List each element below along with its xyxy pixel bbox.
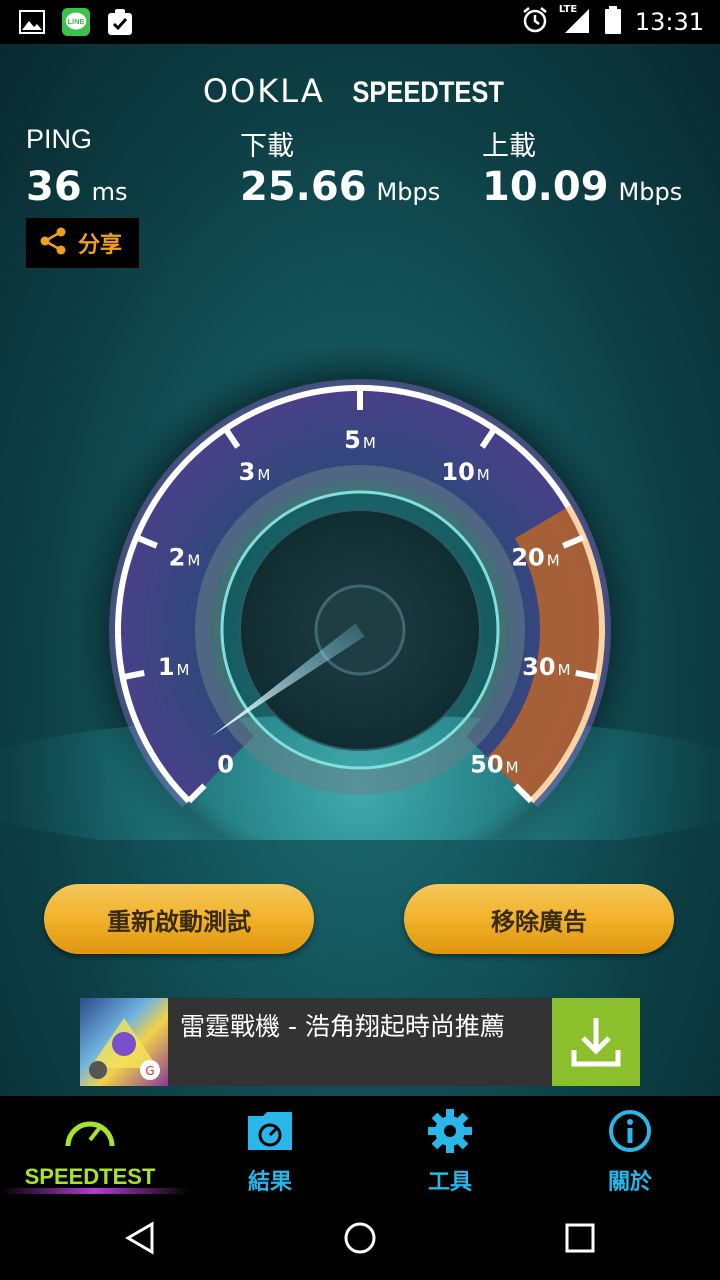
share-label: 分享 xyxy=(78,233,123,258)
line-app-icon: LINE xyxy=(62,8,90,36)
clock: 13:31 xyxy=(634,8,704,36)
nav-about-label: 關於 xyxy=(607,1169,652,1194)
upload-sparkline xyxy=(481,226,635,266)
nav-speedtest-label: SPEEDTEST xyxy=(24,1164,156,1189)
nav-tools[interactable]: 工具 xyxy=(360,1096,540,1196)
ad-banner[interactable]: G 雷霆戰機 - 浩角翔起時尚推薦 xyxy=(80,998,640,1086)
status-bar: LINE LTE 13:31 xyxy=(0,0,720,44)
results-folder-icon xyxy=(248,1112,292,1150)
nav-tools-label: 工具 xyxy=(427,1169,472,1194)
nav-about[interactable]: 關於 xyxy=(540,1096,720,1196)
restart-test-button[interactable]: 重新啟動測試 xyxy=(44,884,314,954)
image-icon xyxy=(18,8,46,36)
nav-results[interactable]: 結果 xyxy=(180,1096,360,1196)
gauge-tick xyxy=(122,669,145,681)
clipboard-check-icon xyxy=(106,8,134,36)
download-sparkline xyxy=(241,232,395,266)
download-value-group: 25.66 Mbps xyxy=(240,164,440,210)
download-unit: Mbps xyxy=(376,178,441,206)
logo-ookla: OOKLA xyxy=(202,72,325,110)
svg-text:G: G xyxy=(145,1064,154,1078)
speedometer-icon xyxy=(65,1121,115,1147)
upload-value: 10.09 xyxy=(482,164,609,210)
logo-speedtest: SPEEDTEST xyxy=(352,76,504,109)
ping-value-group: 36 ms xyxy=(26,164,128,210)
gauge-tick-label: 0 xyxy=(217,750,234,778)
home-icon[interactable] xyxy=(342,1220,378,1256)
recents-icon[interactable] xyxy=(562,1220,598,1256)
upload-value-group: 10.09 Mbps xyxy=(482,164,682,210)
svg-text:LINE: LINE xyxy=(68,17,85,26)
alarm-icon xyxy=(521,6,549,38)
gauge-tick xyxy=(575,669,598,681)
download-label: 下載 xyxy=(240,131,294,161)
ping-unit: ms xyxy=(91,178,128,206)
remove-ads-button[interactable]: 移除廣告 xyxy=(404,884,674,954)
battery-icon xyxy=(604,6,621,38)
upload-label: 上載 xyxy=(482,131,536,161)
speed-gauge: 01 M2 M3 M5 M10 M20 M30 M50 M xyxy=(0,340,720,840)
nav-speedtest[interactable]: SPEEDTEST xyxy=(0,1096,190,1196)
back-icon[interactable] xyxy=(122,1220,158,1256)
share-button[interactable]: 分享 xyxy=(26,218,139,268)
system-nav-bar xyxy=(0,1196,720,1280)
gear-icon xyxy=(428,1109,472,1153)
info-icon xyxy=(609,1110,651,1152)
ad-game-thumbnail: G xyxy=(80,998,168,1086)
share-icon xyxy=(38,226,68,260)
bottom-nav: SPEEDTEST 結果 工具 關於 xyxy=(0,1096,720,1196)
upload-unit: Mbps xyxy=(618,178,683,206)
nav-results-label: 結果 xyxy=(247,1169,292,1194)
ad-text: 雷霆戰機 - 浩角翔起時尚推薦 xyxy=(180,1012,505,1041)
ping-value: 36 xyxy=(26,164,82,210)
download-icon[interactable] xyxy=(552,998,640,1086)
ping-label: PING xyxy=(26,124,93,154)
active-tab-indicator xyxy=(0,1188,190,1194)
signal-icon: LTE xyxy=(559,4,591,38)
download-value: 25.66 xyxy=(240,164,367,210)
app-logo: OOKLA SPEEDTEST xyxy=(0,72,720,110)
